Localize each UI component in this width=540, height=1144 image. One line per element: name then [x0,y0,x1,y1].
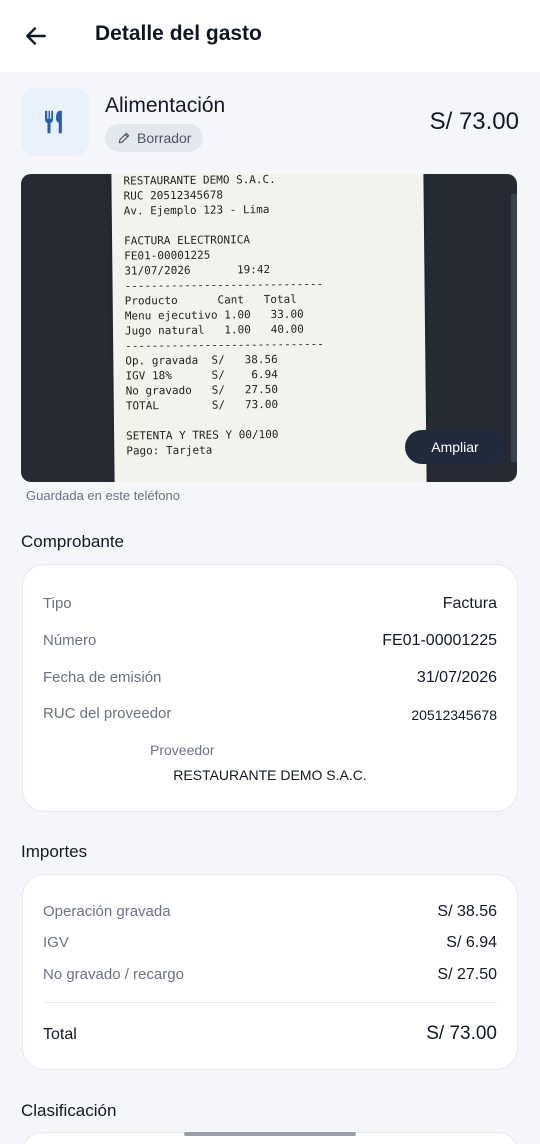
saved-note: Guardada en este teléfono [26,488,180,503]
numero-label: Número [43,632,97,649]
page-title: Detalle del gasto [95,22,262,45]
nogravado-label: No gravado / recargo [43,966,184,983]
top-app-bar: Detalle del gasto [0,0,540,72]
arrow-left-icon [26,27,46,45]
total-value: S/ 73.00 [426,1023,497,1044]
utensils-icon [45,110,62,134]
expense-header: Alimentación Borrador S/ 73.00 [21,86,519,158]
gravada-value: S/ 38.56 [437,903,497,920]
proveedor-label: Proveedor [150,742,215,758]
importes-card: Operación gravada S/ 38.56 IGV S/ 6.94 N… [22,874,518,1070]
back-button[interactable] [18,18,54,54]
home-indicator[interactable] [184,1132,356,1136]
category-icon-tile [21,88,89,156]
section-title-importes: Importes [21,842,88,861]
receipt-paper: RESTAURANTE DEMO S.A.C. RUC 20512345678 … [111,174,427,482]
receipt-image[interactable]: RESTAURANTE DEMO S.A.C. RUC 20512345678 … [21,174,517,482]
importes-divider [43,1002,497,1003]
pencil-icon [118,132,130,144]
igv-label: IGV [43,934,69,951]
receipt-text: RESTAURANTE DEMO S.A.C. RUC 20512345678 … [123,174,324,458]
expense-amount: S/ 73.00 [429,108,519,135]
status-badge: Borrador [105,124,204,152]
zoom-button[interactable]: Ampliar [405,430,505,464]
igv-value: S/ 6.94 [446,934,497,951]
tipo-label: Tipo [43,595,72,612]
tipo-value: Factura [442,595,497,612]
fecha-label: Fecha de emisión [43,669,162,686]
comprobante-card: Tipo Factura Número FE01-00001225 Fecha … [22,564,518,812]
nogravado-value: S/ 27.50 [437,966,497,983]
category-name: Alimentación [105,94,226,117]
numero-value: FE01-00001225 [382,632,497,649]
section-title-comprobante: Comprobante [21,532,125,551]
gravada-label: Operación gravada [43,903,171,920]
status-label: Borrador [137,130,192,146]
proveedor-value: RESTAURANTE DEMO S.A.C. [173,767,367,783]
total-label: Total [43,1026,77,1043]
ruc-label: RUC del proveedor [43,705,172,722]
fecha-value: 31/07/2026 [416,669,497,686]
ruc-value: 20512345678 [411,707,497,723]
receipt-next-edge [511,194,517,462]
section-title-clasificacion: Clasificación [21,1101,117,1120]
